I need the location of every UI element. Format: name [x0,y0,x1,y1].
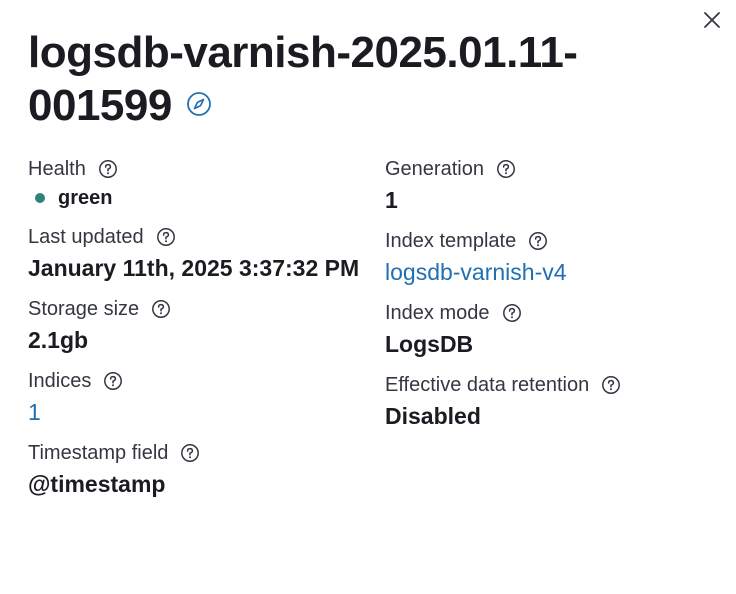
help-icon[interactable] [156,227,176,247]
generation-label: Generation [385,158,484,180]
generation-value: 1 [385,187,398,213]
data-stream-details-flyout: logsdb-varnish-2025.01.11-001599 Health … [0,0,736,594]
health-field: Health green [28,156,373,214]
close-button[interactable] [700,8,724,32]
help-icon[interactable] [496,159,516,179]
data-retention-label: Effective data retention [385,374,590,396]
last-updated-field: Last updated January 11th, 2025 3:37:32 … [28,224,373,286]
help-icon[interactable] [98,159,118,179]
compass-icon[interactable] [186,91,212,117]
index-template-link[interactable]: logsdb-varnish-v4 [385,254,725,290]
index-mode-value: LogsDB [385,331,474,357]
health-value: green [58,187,113,209]
storage-size-label: Storage size [28,298,140,320]
index-template-field: Index template logsdb-varnish-v4 [385,228,725,290]
data-retention-field: Effective data retention Disabled [385,372,725,434]
flyout-title: logsdb-varnish-2025.01.11-001599 [28,26,668,132]
help-icon[interactable] [103,371,123,391]
close-icon [704,12,720,28]
data-retention-value: Disabled [385,403,481,429]
help-icon[interactable] [180,443,200,463]
last-updated-label: Last updated [28,226,144,248]
indices-link[interactable]: 1 [28,394,373,430]
timestamp-field-field: Timestamp field @timestamp [28,440,373,502]
help-icon[interactable] [601,375,621,395]
indices-field: Indices 1 [28,368,373,430]
index-mode-label: Index mode [385,302,490,324]
storage-size-value: 2.1gb [28,327,89,353]
help-icon[interactable] [151,299,171,319]
indices-label: Indices [28,370,92,392]
help-icon[interactable] [528,231,548,251]
details-right-column: Generation 1 Index template logsdb-varni… [385,156,725,444]
storage-size-field: Storage size 2.1gb [28,296,373,358]
health-label: Health [28,158,86,180]
index-template-label: Index template [385,230,517,252]
last-updated-value: January 11th, 2025 3:37:32 PM [28,255,360,281]
help-icon[interactable] [502,303,522,323]
flyout-title-text: logsdb-varnish-2025.01.11-001599 [28,28,578,130]
details-left-column: Health green Last updated January 11th, … [28,156,373,512]
index-mode-field: Index mode LogsDB [385,300,725,362]
health-status-dot [35,193,45,203]
health-status: green [28,182,373,214]
generation-field: Generation 1 [385,156,725,218]
timestamp-field-value: @timestamp [28,471,166,497]
timestamp-field-label: Timestamp field [28,442,169,464]
